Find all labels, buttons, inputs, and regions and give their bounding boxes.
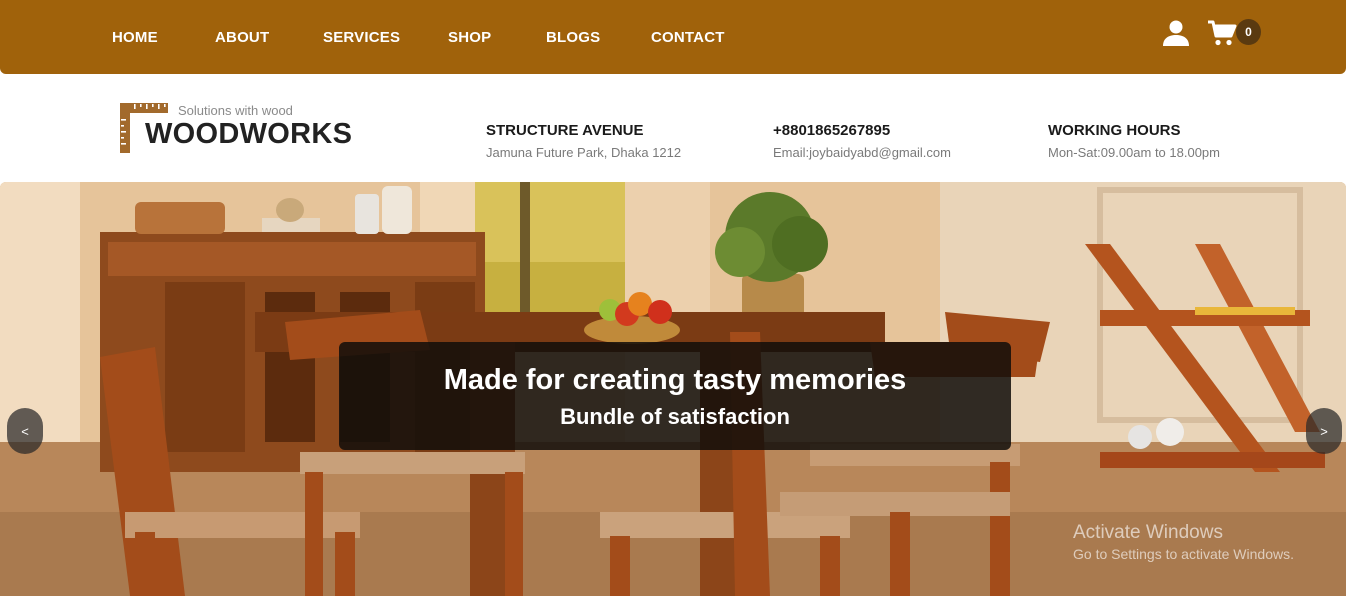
- hours-title: WORKING HOURS: [1048, 122, 1181, 139]
- slider-next-button[interactable]: >: [1306, 408, 1342, 454]
- nav-about-link[interactable]: ABOUT: [215, 29, 323, 46]
- info-address: STRUCTURE AVENUE Jamuna Future Park, Dha…: [486, 122, 681, 160]
- nav-blogs-link[interactable]: BLOGS: [546, 29, 651, 46]
- address-title: STRUCTURE AVENUE: [486, 122, 644, 139]
- slider-prev-button[interactable]: <: [7, 408, 43, 454]
- nav-shop-link[interactable]: SHOP: [448, 29, 546, 46]
- brand-tagline: Solutions with wood: [178, 103, 293, 118]
- activate-windows-text: Go to Settings to activate Windows.: [1073, 546, 1294, 562]
- cart-count-badge[interactable]: 0: [1236, 19, 1261, 45]
- hours-text: Mon-Sat:09.00am to 18.00pm: [1048, 145, 1220, 160]
- hero-caption: Made for creating tasty memories Bundle …: [339, 342, 1011, 450]
- hero-title: Made for creating tasty memories: [443, 364, 907, 396]
- address-text: Jamuna Future Park, Dhaka 1212: [486, 145, 682, 160]
- phone-number[interactable]: +8801865267895: [773, 122, 951, 139]
- nav-home-link[interactable]: HOME: [112, 29, 215, 46]
- hero-subtitle: Bundle of satisfaction: [560, 404, 790, 429]
- email-address[interactable]: Email:joybaidyabd@gmail.com: [773, 145, 951, 160]
- brand-name: WOODWORKS: [145, 118, 353, 150]
- user-icon[interactable]: [1162, 20, 1190, 46]
- brand-logo[interactable]: Solutions with wood WOODWORKS: [118, 100, 358, 156]
- shopping-cart-icon[interactable]: [1207, 19, 1237, 47]
- info-hours: WORKING HOURS Mon-Sat:09.00am to 18.00pm: [1048, 122, 1220, 160]
- top-navbar: HOME ABOUT SERVICES SHOP BLOGS CONTACT 0: [0, 0, 1346, 74]
- hero-slider: Made for creating tasty memories Bundle …: [0, 182, 1346, 596]
- info-contact: +8801865267895 Email:joybaidyabd@gmail.c…: [773, 122, 951, 160]
- nav-services-link[interactable]: SERVICES: [323, 29, 448, 46]
- nav-contact-link[interactable]: CONTACT: [651, 29, 741, 46]
- activate-windows-title: Activate Windows: [1073, 522, 1223, 543]
- main-nav: HOME ABOUT SERVICES SHOP BLOGS CONTACT: [112, 0, 741, 74]
